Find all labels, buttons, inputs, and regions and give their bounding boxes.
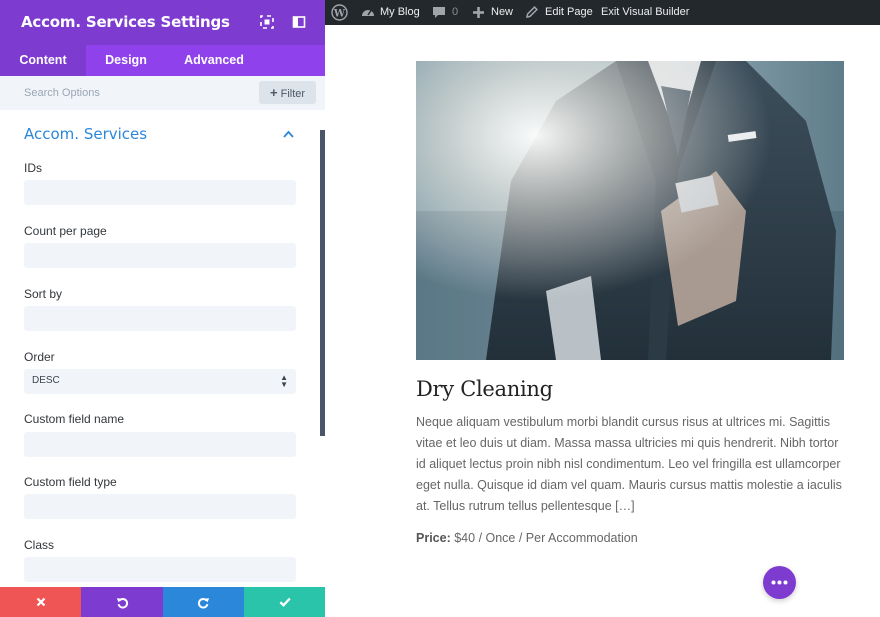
discard-button[interactable]	[0, 587, 81, 617]
custom-field-name-input[interactable]	[24, 432, 296, 457]
check-icon	[279, 597, 291, 607]
pencil-icon	[526, 6, 538, 18]
price-line: Price: $40 / Once / Per Accommodation	[416, 531, 638, 545]
price-label: Price:	[416, 531, 451, 545]
sort-by-input[interactable]	[24, 306, 296, 331]
edit-page-link[interactable]: Edit Page	[545, 0, 593, 25]
search-input[interactable]: Search Options	[24, 87, 100, 99]
more-options-button[interactable]	[763, 566, 796, 599]
dashboard-icon	[362, 10, 374, 16]
custom-field-type-input[interactable]	[24, 494, 296, 519]
wordpress-icon[interactable]: W	[331, 4, 348, 21]
count-per-page-label: Count per page	[24, 224, 107, 238]
save-button[interactable]	[244, 587, 325, 617]
expand-icon[interactable]	[259, 14, 275, 30]
custom-field-type-label: Custom field type	[24, 475, 117, 489]
service-description: Neque aliquam vestibulum morbi blandit c…	[416, 415, 842, 513]
panel-action-bar	[0, 587, 325, 617]
options-scroll-area: Accom. Services IDs Count per page Sort …	[0, 110, 325, 587]
count-per-page-input[interactable]	[24, 243, 296, 268]
ellipsis-icon	[771, 580, 788, 585]
exit-visual-builder-link[interactable]: Exit Visual Builder	[601, 0, 689, 25]
undo-icon	[116, 597, 128, 608]
order-label: Order	[24, 350, 55, 364]
panel-header: Accom. Services Settings	[0, 0, 325, 45]
filter-button[interactable]: + Filter	[259, 81, 316, 104]
undo-button[interactable]	[81, 587, 163, 617]
tab-design[interactable]: Design	[86, 45, 166, 76]
price-value: $40 / Once / Per Accommodation	[454, 531, 638, 545]
order-select-value: DESC	[32, 375, 60, 386]
svg-text:W: W	[333, 8, 346, 19]
search-bar: Search Options + Filter	[0, 76, 325, 110]
order-select[interactable]: DESC ▲ ▼	[24, 369, 296, 394]
comments-count[interactable]: 0	[452, 0, 458, 25]
redo-button[interactable]	[163, 587, 244, 617]
class-label: Class	[24, 538, 55, 552]
redo-icon	[197, 597, 210, 608]
site-name-link[interactable]: My Blog	[380, 0, 420, 25]
sidebar-icon[interactable]	[291, 14, 307, 30]
plus-icon	[473, 7, 484, 18]
panel-tabs: Content Design Advanced	[0, 45, 325, 76]
ids-input[interactable]	[24, 180, 296, 205]
custom-field-name-label: Custom field name	[24, 412, 125, 426]
panel-title: Accom. Services Settings	[21, 13, 230, 31]
class-input[interactable]	[24, 557, 296, 582]
close-icon	[36, 597, 45, 607]
new-link[interactable]: New	[491, 0, 513, 25]
service-title[interactable]: Dry Cleaning	[416, 377, 553, 401]
tab-content[interactable]: Content	[0, 45, 86, 76]
plus-icon: +	[269, 85, 278, 100]
comment-icon[interactable]	[432, 6, 446, 19]
admin-bar: W My Blog 0 New Edit Page Exit Visual Bu…	[325, 0, 880, 25]
scrollbar[interactable]	[320, 130, 325, 436]
section-title[interactable]: Accom. Services	[24, 125, 147, 143]
chevron-up-icon[interactable]	[282, 129, 295, 139]
settings-panel: Accom. Services Settings Content Design …	[0, 0, 325, 617]
ids-label: IDs	[24, 161, 42, 175]
select-arrows-icon: ▲ ▼	[280, 373, 288, 389]
service-image	[416, 61, 844, 360]
sort-by-label: Sort by	[24, 287, 63, 301]
filter-label: Filter	[280, 88, 306, 100]
tab-advanced[interactable]: Advanced	[166, 45, 262, 76]
